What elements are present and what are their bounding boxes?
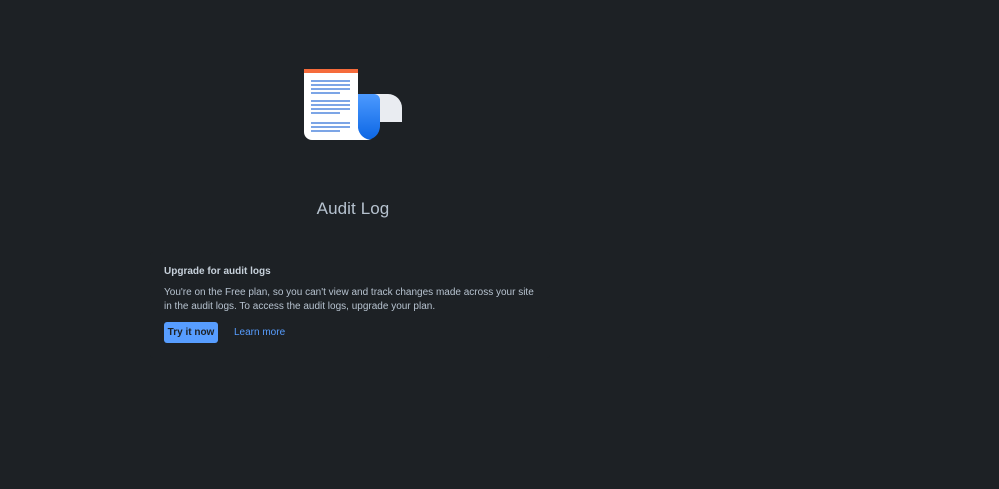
audit-log-page: Audit Log Upgrade for audit logs You're … — [0, 0, 999, 489]
document-scroll-icon — [302, 68, 404, 144]
learn-more-link[interactable]: Learn more — [234, 327, 285, 338]
page-title: Audit Log — [316, 199, 390, 218]
try-it-now-button[interactable]: Try it now — [164, 322, 218, 343]
upgrade-card: Upgrade for audit logs You're on the Fre… — [150, 252, 550, 358]
upgrade-card-heading: Upgrade for audit logs — [164, 266, 271, 277]
upgrade-card-description: You're on the Free plan, so you can't vi… — [164, 287, 534, 312]
